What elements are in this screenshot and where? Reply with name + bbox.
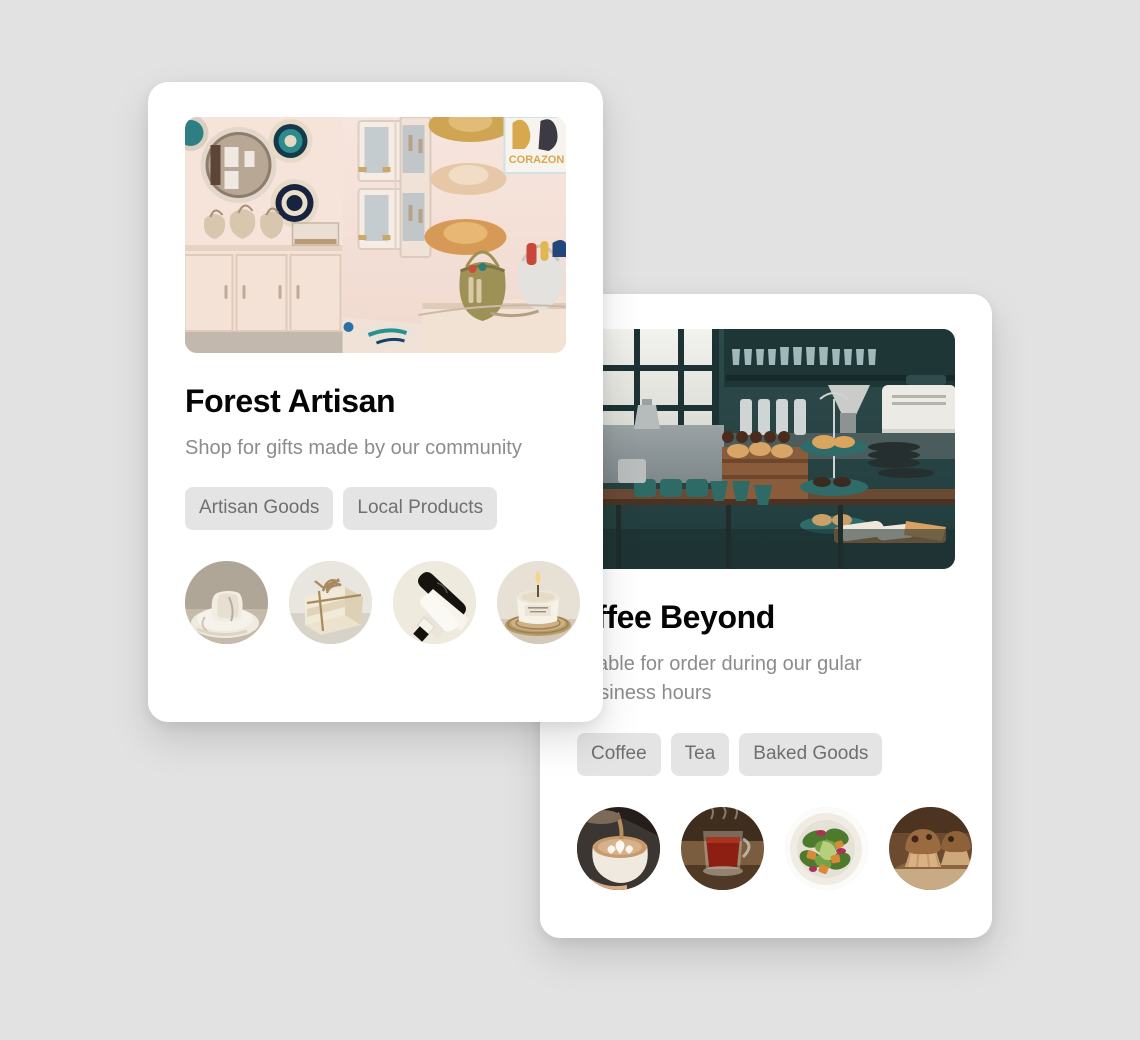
card-title: offee Beyond <box>577 599 775 635</box>
tag-artisan-goods[interactable]: Artisan Goods <box>185 487 334 531</box>
tag-tea[interactable]: Tea <box>670 732 730 776</box>
card-description: ailable for order during our gular busin… <box>577 652 862 705</box>
hero-image-artisan-boutique: CORAZON <box>185 117 566 353</box>
thumbnail-candle-jar[interactable] <box>497 561 580 645</box>
hero-image-cafe-counter <box>577 329 955 569</box>
tag-list: Artisan Goods Local Products <box>185 487 566 531</box>
card-forest-artisan[interactable]: CORAZON Forest Artisan Shop for gifts ma… <box>148 82 603 722</box>
thumbnail-tea[interactable] <box>681 806 764 890</box>
tag-list: Coffee Tea Baked Goods <box>577 732 955 776</box>
card-coffee-beyond[interactable]: offee Beyond ailable for order during ou… <box>540 294 992 938</box>
thumbnail-list <box>577 806 972 890</box>
thumbnail-ceramic-mug[interactable] <box>185 561 268 645</box>
tag-local-products[interactable]: Local Products <box>343 487 498 531</box>
card-body: offee Beyond ailable for order during ou… <box>540 294 992 938</box>
card-title: Forest Artisan <box>185 383 396 419</box>
thumbnail-soap-bar[interactable] <box>289 561 372 645</box>
canvas: offee Beyond ailable for order during ou… <box>0 0 1140 1040</box>
thumbnail-cosmetic-tube[interactable] <box>393 561 476 645</box>
svg-text:CORAZON: CORAZON <box>509 154 565 166</box>
card-body: CORAZON Forest Artisan Shop for gifts ma… <box>148 82 603 722</box>
thumbnail-list <box>185 561 580 645</box>
thumbnail-salad[interactable] <box>785 806 868 890</box>
tag-baked-goods[interactable]: Baked Goods <box>739 732 883 776</box>
card-description: Shop for gifts made by our community <box>185 436 522 459</box>
thumbnail-latte[interactable] <box>577 806 660 890</box>
thumbnail-muffins[interactable] <box>889 806 972 890</box>
tag-coffee[interactable]: Coffee <box>577 732 661 776</box>
